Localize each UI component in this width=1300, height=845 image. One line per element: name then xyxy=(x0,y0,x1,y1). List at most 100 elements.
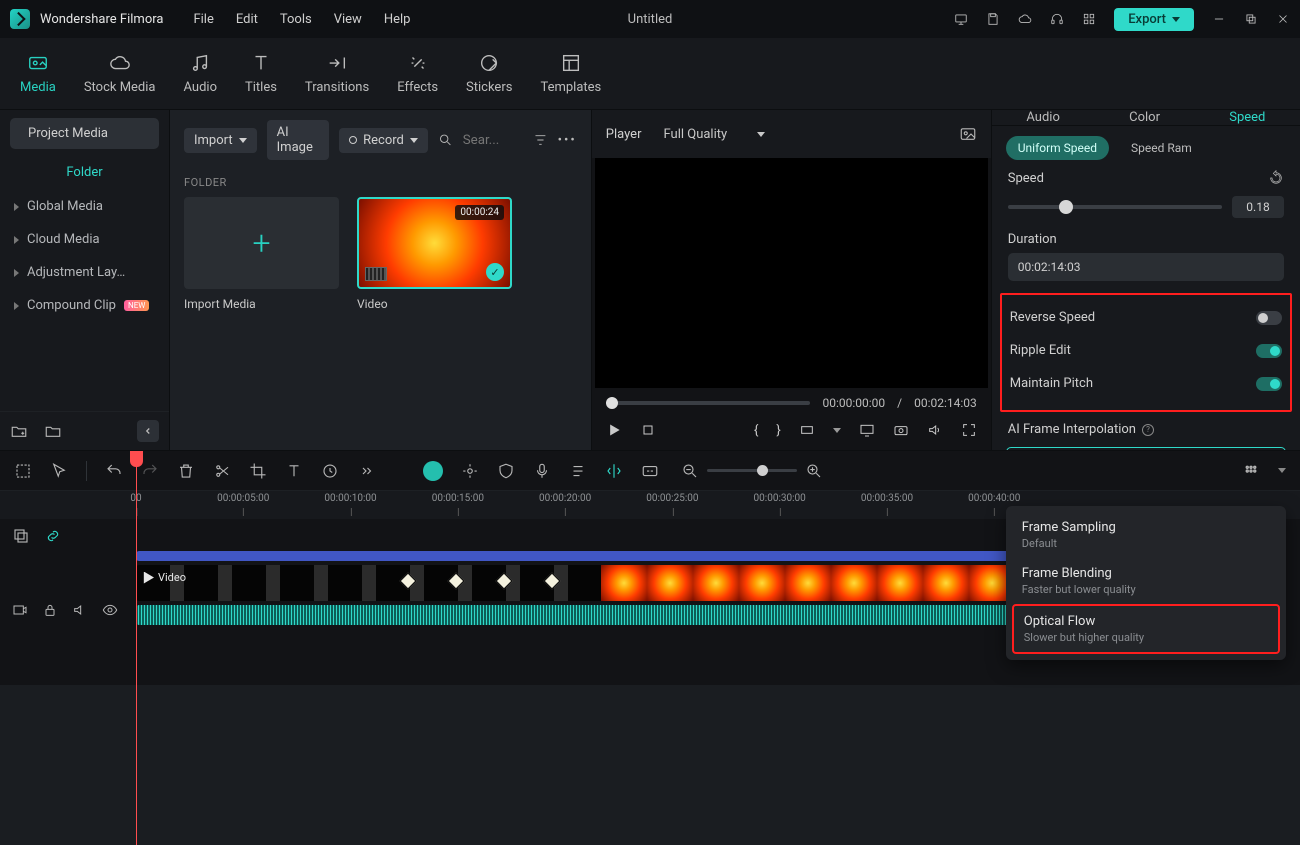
text-icon[interactable] xyxy=(285,462,303,480)
record-button[interactable]: Record xyxy=(339,128,428,153)
visibility-icon[interactable] xyxy=(102,601,118,619)
display-icon[interactable] xyxy=(859,422,875,438)
sidebar-item-cloud-media[interactable]: Cloud Media xyxy=(0,223,169,256)
pointer-tool-icon[interactable] xyxy=(50,462,68,480)
apps-icon[interactable] xyxy=(1082,12,1096,26)
video-track-clip[interactable]: Video xyxy=(136,565,1030,601)
menu-edit[interactable]: Edit xyxy=(236,12,258,27)
mark-out-icon[interactable]: } xyxy=(776,423,780,438)
option-optical-flow[interactable]: Optical Flow Slower but higher quality xyxy=(1012,604,1280,654)
sidebar-item-compound-clip[interactable]: Compound ClipNEW xyxy=(0,289,169,322)
menu-help[interactable]: Help xyxy=(384,12,411,27)
play-icon[interactable] xyxy=(606,422,622,438)
reverse-speed-toggle[interactable] xyxy=(1256,311,1282,325)
import-button[interactable]: Import xyxy=(184,128,257,153)
zoom-slider[interactable] xyxy=(707,469,797,472)
folder-tab[interactable]: Folder xyxy=(0,157,169,190)
menu-view[interactable]: View xyxy=(334,12,362,27)
ratio-icon[interactable] xyxy=(799,422,815,438)
tab-templates[interactable]: Templates xyxy=(540,52,601,95)
headphones-icon[interactable] xyxy=(1050,12,1064,26)
link-icon[interactable] xyxy=(44,527,62,545)
export-button[interactable]: Export xyxy=(1114,8,1194,31)
reset-icon[interactable] xyxy=(1268,170,1284,186)
track-video-icon[interactable] xyxy=(12,601,28,619)
zoom-in-icon[interactable] xyxy=(805,462,823,480)
filter-icon[interactable] xyxy=(533,131,548,149)
rtab-speed[interactable]: Speed xyxy=(1229,110,1265,125)
new-folder-icon[interactable] xyxy=(10,422,28,440)
sidebar-item-global-media[interactable]: Global Media xyxy=(0,190,169,223)
more-tools-icon[interactable] xyxy=(357,462,375,480)
cloud-icon[interactable] xyxy=(1018,12,1032,26)
scrub-handle[interactable] xyxy=(606,397,618,409)
folder-icon[interactable] xyxy=(44,422,62,440)
tab-stickers[interactable]: Stickers xyxy=(466,52,512,95)
monitor-icon[interactable] xyxy=(954,12,968,26)
preview-scrubber[interactable] xyxy=(606,401,811,405)
redo-icon[interactable] xyxy=(141,462,159,480)
mute-icon[interactable] xyxy=(72,601,88,619)
rtab-color[interactable]: Color xyxy=(1129,110,1160,125)
speed-slider[interactable] xyxy=(1008,205,1222,209)
fullscreen-icon[interactable] xyxy=(961,422,977,438)
maintain-pitch-toggle[interactable] xyxy=(1256,377,1282,391)
import-media-tile[interactable]: + xyxy=(184,197,339,289)
duplicate-icon[interactable] xyxy=(12,527,30,545)
delete-icon[interactable] xyxy=(177,462,195,480)
tab-media[interactable]: Media xyxy=(20,52,56,95)
sidebar-item-adjustment-layer[interactable]: Adjustment Lay… xyxy=(0,256,169,289)
option-frame-blending[interactable]: Frame Blending Faster but lower quality xyxy=(1012,558,1280,604)
help-icon[interactable]: ? xyxy=(1142,424,1154,436)
selection-tool-icon[interactable] xyxy=(14,462,32,480)
video-clip-thumbnail[interactable]: 00:00:24 ✓ xyxy=(357,197,512,289)
tab-stock-media[interactable]: Stock Media xyxy=(84,52,156,95)
quality-select[interactable]: Full Quality xyxy=(655,123,773,146)
chevron-down-icon[interactable] xyxy=(833,428,841,433)
subtab-uniform-speed[interactable]: Uniform Speed xyxy=(1006,136,1109,160)
minimize-icon[interactable] xyxy=(1212,12,1226,26)
camera-icon[interactable] xyxy=(893,422,909,438)
tab-transitions[interactable]: Transitions xyxy=(305,52,369,95)
tab-titles[interactable]: Titles xyxy=(245,52,277,95)
zoom-out-icon[interactable] xyxy=(681,462,699,480)
caption-icon[interactable] xyxy=(641,462,659,480)
tab-effects[interactable]: Effects xyxy=(397,52,438,95)
mark-in-icon[interactable]: { xyxy=(754,423,758,438)
marker-icon[interactable] xyxy=(605,462,623,480)
rtab-audio[interactable]: Audio xyxy=(1026,110,1059,125)
stop-icon[interactable] xyxy=(640,422,656,438)
cut-icon[interactable] xyxy=(213,462,231,480)
shield-icon[interactable] xyxy=(497,462,515,480)
menu-tools[interactable]: Tools xyxy=(280,12,312,27)
project-media-button[interactable]: Project Media xyxy=(10,118,159,149)
maximize-icon[interactable] xyxy=(1244,12,1258,26)
list-icon[interactable] xyxy=(569,462,587,480)
undo-icon[interactable] xyxy=(105,462,123,480)
keyframe-icon[interactable] xyxy=(448,573,465,590)
speed-icon[interactable] xyxy=(321,462,339,480)
ripple-edit-toggle[interactable] xyxy=(1256,344,1282,358)
menu-file[interactable]: File xyxy=(193,12,213,27)
snapshot-icon[interactable] xyxy=(959,125,977,143)
slider-thumb[interactable] xyxy=(1059,200,1073,214)
preview-canvas[interactable] xyxy=(595,158,988,388)
subtab-speed-ramp[interactable]: Speed Ram xyxy=(1119,136,1204,160)
speed-value[interactable]: 0.18 xyxy=(1232,196,1284,218)
keyframe-icon[interactable] xyxy=(544,573,561,590)
save-icon[interactable] xyxy=(986,12,1000,26)
option-frame-sampling[interactable]: Frame Sampling Default xyxy=(1012,512,1280,558)
playhead[interactable] xyxy=(136,451,137,845)
volume-icon[interactable] xyxy=(927,422,943,438)
mic-icon[interactable] xyxy=(533,462,551,480)
ai-image-button[interactable]: AI Image xyxy=(267,120,329,160)
keyframe-icon[interactable] xyxy=(496,573,513,590)
search-input[interactable] xyxy=(463,133,523,148)
more-icon[interactable]: ••• xyxy=(558,133,577,148)
ai-face-icon[interactable] xyxy=(423,461,443,481)
lock-icon[interactable] xyxy=(42,601,58,619)
duration-input[interactable]: 00:02:14:03 xyxy=(1008,253,1284,281)
collapse-sidebar-button[interactable] xyxy=(137,420,159,442)
crop-icon[interactable] xyxy=(249,462,267,480)
zoom-thumb[interactable] xyxy=(757,465,768,476)
